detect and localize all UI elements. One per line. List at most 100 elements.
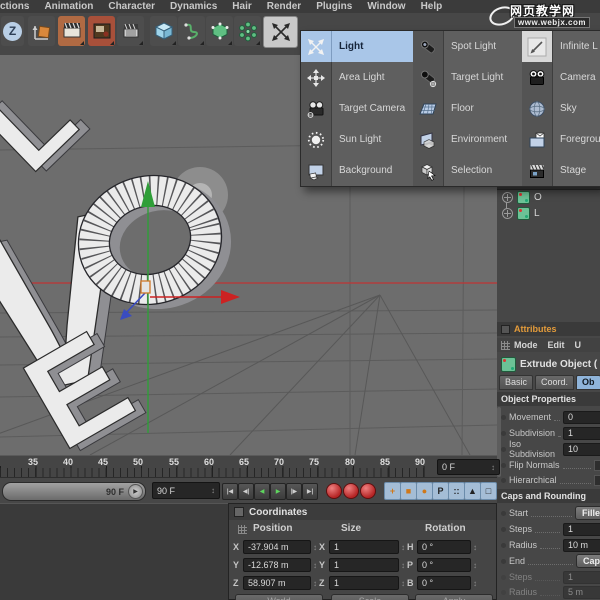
menu-dynamics[interactable]: Dynamics [170, 1, 217, 12]
tab-basic[interactable]: Basic [499, 375, 533, 390]
record-keyframe-button[interactable] [326, 483, 342, 499]
preview-range-slider[interactable]: 90 F ▶ [2, 482, 146, 501]
stepper-icon[interactable]: ↕ [473, 543, 477, 552]
material-manager-panel[interactable] [0, 503, 228, 600]
play-forward-button[interactable]: ▶ [270, 483, 286, 500]
attributes-header[interactable]: Attributes [497, 322, 600, 336]
menu-item-foreground[interactable]: Foregrou [522, 124, 600, 155]
stepper-icon[interactable]: ↕ [313, 543, 317, 552]
iso-subdivision-field[interactable]: 10 [563, 443, 600, 456]
record-pla-toggle[interactable]: :: [448, 482, 465, 500]
slider-nub-icon[interactable]: ▶ [128, 484, 143, 499]
size-z-field[interactable]: 1 [329, 576, 399, 590]
menu-item-environment[interactable]: Environment [413, 124, 522, 155]
current-frame-field[interactable]: 90 F↕ [152, 482, 220, 499]
steps-field[interactable]: 1 [563, 523, 600, 536]
rotation-b-field[interactable]: 0 ° [417, 576, 471, 590]
end-frame-field[interactable]: 0 F↕ [437, 459, 500, 475]
flip-normals-checkbox[interactable] [594, 460, 600, 471]
stepper-icon[interactable]: ↕ [401, 579, 405, 588]
render-queue-icon[interactable] [117, 16, 144, 46]
stepper-icon[interactable]: ↕ [211, 486, 215, 495]
menu-item-floor[interactable]: Floor [413, 93, 522, 124]
nurbs-tool-icon[interactable] [206, 16, 233, 46]
menu-item-sky[interactable]: Sky [522, 93, 600, 124]
size-y-field[interactable]: 1 [329, 558, 399, 572]
radius-field[interactable]: 10 m [563, 539, 600, 552]
size-x-field[interactable]: 1 [329, 540, 399, 554]
go-to-end-button[interactable]: ▶| [302, 483, 318, 500]
render-settings-icon[interactable] [88, 16, 115, 46]
menu-render[interactable]: Render [267, 1, 301, 12]
section-object-properties[interactable]: Object Properties [497, 392, 600, 406]
light-palette-icon[interactable] [263, 16, 298, 48]
stepper-icon[interactable]: ↕ [473, 561, 477, 570]
menu-character[interactable]: Character [108, 1, 155, 12]
menu-item-area-light[interactable]: Area Light [301, 62, 413, 93]
previous-frame-button[interactable]: ◀| [238, 483, 254, 500]
menu-item-spot-light[interactable]: Spot Light [413, 31, 522, 62]
start-cap-dropdown[interactable]: Fille [575, 506, 600, 520]
rotation-h-field[interactable]: 0 ° [417, 540, 471, 554]
attr-menu-user[interactable]: U [575, 340, 582, 350]
stepper-icon[interactable]: ↕ [491, 463, 495, 472]
tab-coord[interactable]: Coord. [535, 375, 574, 390]
record-scale-toggle[interactable]: ■ [400, 482, 417, 500]
play-backward-button[interactable]: ◀ [254, 483, 270, 500]
position-x-field[interactable]: -37.904 m [243, 540, 311, 554]
rotation-p-field[interactable]: 0 ° [417, 558, 471, 572]
autokeying-toggle[interactable]: ▲ [464, 482, 481, 500]
attr-menu-mode[interactable]: Mode [514, 340, 538, 350]
menu-window[interactable]: Window [367, 1, 405, 12]
object-label[interactable]: L [534, 208, 540, 219]
undo-z-icon[interactable]: Z [1, 16, 24, 46]
tab-object[interactable]: Ob [576, 375, 600, 390]
menu-hair[interactable]: Hair [232, 1, 251, 12]
attr-menu-edit[interactable]: Edit [548, 340, 565, 350]
hierarchical-checkbox[interactable] [594, 475, 600, 486]
expand-node-icon[interactable] [502, 208, 513, 219]
stepper-icon[interactable]: ↕ [473, 579, 477, 588]
object-label[interactable]: O [534, 192, 542, 203]
stepper-icon[interactable]: ↕ [401, 543, 405, 552]
stepper-icon[interactable]: ↕ [401, 561, 405, 570]
menu-item-infinite-light[interactable]: Infinite L [522, 31, 600, 62]
position-z-field[interactable]: 58.907 m [243, 576, 311, 590]
menu-help[interactable]: Help [421, 1, 443, 12]
menu-item-target-light[interactable]: Target Light [413, 62, 522, 93]
end-cap-dropdown[interactable]: Cap [576, 554, 600, 568]
section-caps-rounding[interactable]: Caps and Rounding [497, 489, 600, 503]
menu-item-camera[interactable]: Camera [522, 62, 600, 93]
object-axis-icon[interactable] [28, 16, 55, 46]
record-parameter-toggle[interactable]: P [432, 482, 449, 500]
coord-system-dropdown[interactable]: World [235, 594, 323, 600]
menu-item-light[interactable]: Light [301, 31, 413, 62]
menu-item-stage[interactable]: Stage [522, 155, 600, 186]
spline-tool-icon[interactable] [178, 16, 205, 46]
menu-item-selection[interactable]: Selection [413, 155, 522, 186]
go-to-start-button[interactable]: |◀ [222, 483, 238, 500]
record-rotation-toggle[interactable]: ● [416, 482, 433, 500]
menu-functions[interactable]: ctions [0, 1, 29, 12]
menu-plugins[interactable]: Plugins [316, 1, 352, 12]
expand-node-icon[interactable] [502, 192, 513, 203]
coord-mode-dropdown[interactable]: Scale [331, 594, 409, 600]
record-position-toggle[interactable]: + [384, 482, 401, 500]
timeline-ruler[interactable]: 35 40 45 50 55 60 65 70 75 80 85 90 0 F↕ [0, 455, 497, 478]
menu-item-sun-light[interactable]: Sun Light [301, 124, 413, 155]
ik-toggle[interactable]: □ [480, 482, 497, 500]
next-frame-button[interactable]: |▶ [286, 483, 302, 500]
render-view-icon[interactable] [58, 16, 85, 46]
movement-field[interactable]: 0 [563, 411, 600, 424]
stepper-icon[interactable]: ↕ [313, 561, 317, 570]
record-autokey-button[interactable] [343, 483, 359, 499]
add-cube-icon[interactable] [150, 16, 177, 46]
object-item-l[interactable]: L [502, 206, 540, 220]
menu-item-background[interactable]: Background [301, 155, 413, 186]
menu-item-target-camera[interactable]: Target Camera [301, 93, 413, 124]
record-options-button[interactable] [360, 483, 376, 499]
menu-animation[interactable]: Animation [44, 1, 93, 12]
position-y-field[interactable]: -12.678 m [243, 558, 311, 572]
object-item-o[interactable]: O [502, 190, 542, 204]
apply-button[interactable]: Apply [415, 594, 493, 600]
